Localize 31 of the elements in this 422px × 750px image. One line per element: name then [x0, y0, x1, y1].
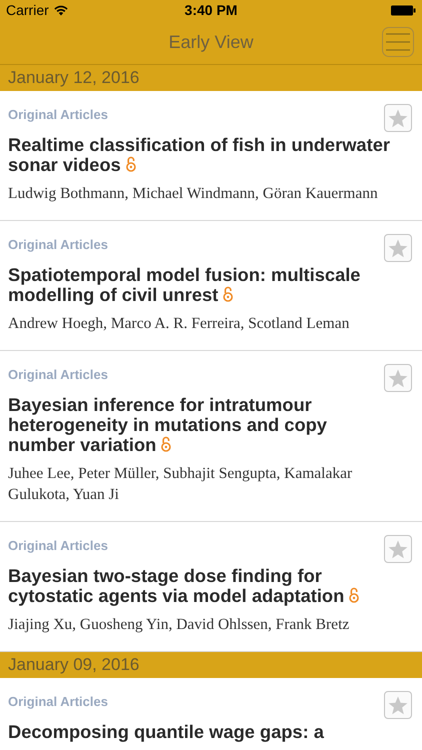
date-header: January 12, 2016 — [0, 65, 422, 91]
author-list: Juhee Lee, Peter Müller, Subhajit Sengupta, Kamalakar Gulukota, Yuan Ji — [8, 463, 402, 505]
article-card[interactable]: Original Articles Realtime classification of fish in underwater sonar videos Ludwig Bothmann, Michael Windmann, Göran Kauermann — [0, 91, 422, 221]
article-card[interactable]: Original Articles Bayesian inference for intratumour heterogeneity in mutations and copy number variation Juhee Lee, Peter Müller, Subhajit Sengupta, Kamalakar Gulukota, Yuan Ji — [0, 351, 422, 522]
category-label: Original Articles — [8, 694, 109, 710]
article-card[interactable]: Original Articles Spatiotemporal model fusion: multiscale modelling of civil unrest Andrew Hoegh, Marco A. R. Ferreira, Scotland Leman — [0, 221, 422, 351]
category-label: Original Articles — [8, 107, 109, 123]
nav-title: Early View — [168, 32, 254, 52]
article-title: Realtime classification of fish in underwater sonar videos — [8, 135, 391, 175]
author-list: Andrew Hoegh, Marco A. R. Ferreira, Scotland Leman — [8, 313, 402, 334]
category-label: Original Articles — [8, 237, 109, 253]
battery-icon — [390, 4, 416, 16]
article-title: Bayesian inference for intratumour heterogeneity in mutations and copy number variation — [8, 395, 328, 455]
category-label: Original Articles — [8, 367, 109, 383]
carrier-label: Carrier — [6, 2, 49, 18]
bookmark-button[interactable] — [384, 691, 412, 719]
bookmark-button[interactable] — [384, 234, 412, 262]
bookmark-button[interactable] — [384, 364, 412, 392]
article-card[interactable]: Original Articles Decomposing quantile wage gaps: a — [0, 678, 422, 750]
status-time: 3:40 PM — [184, 2, 238, 18]
category-label: Original Articles — [8, 538, 109, 554]
author-list: Ludwig Bothmann, Michael Windmann, Göran Kauermann — [8, 183, 402, 204]
article-title: Bayesian two-stage dose finding for cytostatic agents via model adaptation — [8, 566, 396, 606]
bookmark-button[interactable] — [384, 535, 412, 563]
date-header: January 09, 2016 — [0, 652, 422, 678]
author-list: Jiajing Xu, Guosheng Yin, David Ohlssen, Frank Bretz — [8, 614, 402, 635]
wifi-icon — [54, 4, 68, 16]
menu-button[interactable] — [382, 27, 414, 57]
bookmark-button[interactable] — [384, 104, 412, 132]
article-title: Decomposing quantile wage gaps: a — [8, 722, 325, 742]
article-title: Spatiotemporal model fusion: multiscale modelling of civil unrest — [8, 265, 362, 305]
